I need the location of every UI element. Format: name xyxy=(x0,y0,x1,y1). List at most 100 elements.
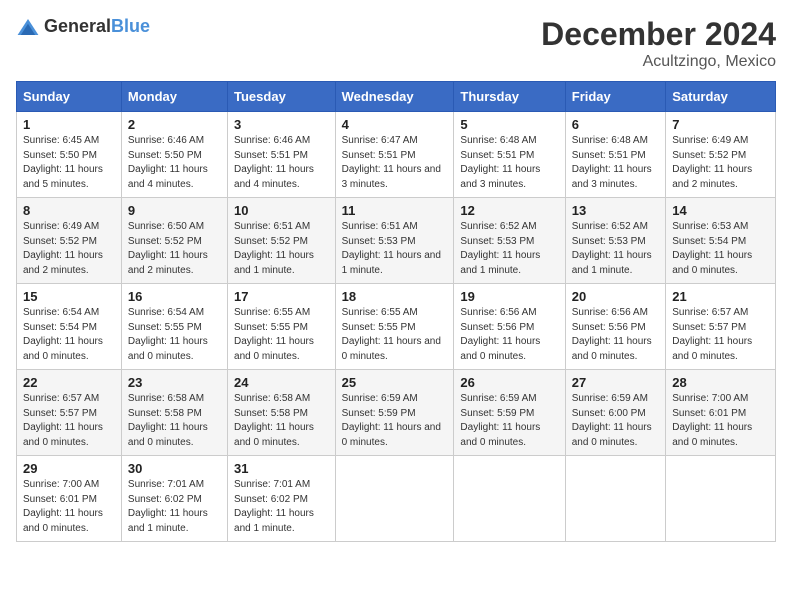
calendar-cell: 25Sunrise: 6:59 AMSunset: 5:59 PMDayligh… xyxy=(335,370,454,456)
day-number: 6 xyxy=(572,117,659,132)
day-number: 22 xyxy=(23,375,115,390)
calendar-cell xyxy=(335,456,454,542)
day-number: 25 xyxy=(342,375,448,390)
calendar-cell: 10Sunrise: 6:51 AMSunset: 5:52 PMDayligh… xyxy=(228,198,336,284)
logo-general: General xyxy=(44,16,111,36)
day-info: Sunrise: 7:01 AMSunset: 6:02 PMDaylight:… xyxy=(234,479,314,534)
day-number: 27 xyxy=(572,375,659,390)
day-info: Sunrise: 6:59 AMSunset: 6:00 PMDaylight:… xyxy=(572,393,652,448)
day-number: 2 xyxy=(128,117,221,132)
calendar-cell xyxy=(454,456,565,542)
calendar-week-row: 22 Sunrise: 6:57 AMSunset: 5:57 PMDayligh… xyxy=(17,370,776,456)
logo-icon xyxy=(16,17,40,37)
day-number: 9 xyxy=(128,203,221,218)
calendar-cell: 27 Sunrise: 6:59 AMSunset: 6:00 PMDayligh… xyxy=(565,370,665,456)
day-info: Sunrise: 6:46 AMSunset: 5:51 PMDaylight:… xyxy=(234,135,314,190)
day-number: 18 xyxy=(342,289,448,304)
calendar-cell: 16 Sunrise: 6:54 AMSunset: 5:55 PMDayligh… xyxy=(121,284,227,370)
day-info: Sunrise: 6:54 AMSunset: 5:54 PMDaylight:… xyxy=(23,307,103,362)
calendar-cell: 20 Sunrise: 6:56 AMSunset: 5:56 PMDayligh… xyxy=(565,284,665,370)
day-info: Sunrise: 6:56 AMSunset: 5:56 PMDaylight:… xyxy=(572,307,652,362)
day-number: 31 xyxy=(234,461,329,476)
calendar-cell: 11 Sunrise: 6:51 AMSunset: 5:53 PMDayligh… xyxy=(335,198,454,284)
day-info: Sunrise: 6:55 AMSunset: 5:55 PMDaylight:… xyxy=(234,307,314,362)
day-number: 11 xyxy=(342,203,448,218)
day-number: 21 xyxy=(672,289,769,304)
day-number: 7 xyxy=(672,117,769,132)
day-number: 26 xyxy=(460,375,558,390)
day-info: Sunrise: 6:57 AMSunset: 5:57 PMDaylight:… xyxy=(672,307,752,362)
day-number: 20 xyxy=(572,289,659,304)
calendar-week-row: 15 Sunrise: 6:54 AMSunset: 5:54 PMDayligh… xyxy=(17,284,776,370)
day-info: Sunrise: 6:52 AMSunset: 5:53 PMDaylight:… xyxy=(460,221,540,276)
header-monday: Monday xyxy=(121,82,227,112)
calendar-cell: 22 Sunrise: 6:57 AMSunset: 5:57 PMDayligh… xyxy=(17,370,122,456)
day-number: 19 xyxy=(460,289,558,304)
logo: GeneralBlue xyxy=(16,16,150,37)
day-info: Sunrise: 6:49 AMSunset: 5:52 PMDaylight:… xyxy=(672,135,752,190)
calendar-cell: 7 Sunrise: 6:49 AMSunset: 5:52 PMDaylight… xyxy=(666,112,776,198)
calendar-week-row: 29Sunrise: 7:00 AMSunset: 6:01 PMDayligh… xyxy=(17,456,776,542)
calendar-cell: 19 Sunrise: 6:56 AMSunset: 5:56 PMDayligh… xyxy=(454,284,565,370)
calendar-cell: 15 Sunrise: 6:54 AMSunset: 5:54 PMDayligh… xyxy=(17,284,122,370)
day-number: 16 xyxy=(128,289,221,304)
day-info: Sunrise: 7:01 AMSunset: 6:02 PMDaylight:… xyxy=(128,479,208,534)
day-number: 13 xyxy=(572,203,659,218)
day-info: Sunrise: 7:00 AMSunset: 6:01 PMDaylight:… xyxy=(672,393,752,448)
title-area: December 2024 Acultzingo, Mexico xyxy=(541,16,776,71)
weekday-header-row: Sunday Monday Tuesday Wednesday Thursday… xyxy=(17,82,776,112)
calendar-cell: 18 Sunrise: 6:55 AMSunset: 5:55 PMDayligh… xyxy=(335,284,454,370)
calendar-cell: 1 Sunrise: 6:45 AMSunset: 5:50 PMDaylight… xyxy=(17,112,122,198)
day-info: Sunrise: 6:51 AMSunset: 5:53 PMDaylight:… xyxy=(342,221,441,276)
calendar-table: Sunday Monday Tuesday Wednesday Thursday… xyxy=(16,81,776,542)
day-info: Sunrise: 6:56 AMSunset: 5:56 PMDaylight:… xyxy=(460,307,540,362)
calendar-cell: 12Sunrise: 6:52 AMSunset: 5:53 PMDayligh… xyxy=(454,198,565,284)
calendar-cell: 5 Sunrise: 6:48 AMSunset: 5:51 PMDaylight… xyxy=(454,112,565,198)
calendar-cell: 28 Sunrise: 7:00 AMSunset: 6:01 PMDayligh… xyxy=(666,370,776,456)
calendar-cell: 21 Sunrise: 6:57 AMSunset: 5:57 PMDayligh… xyxy=(666,284,776,370)
day-info: Sunrise: 6:53 AMSunset: 5:54 PMDaylight:… xyxy=(672,221,752,276)
header-tuesday: Tuesday xyxy=(228,82,336,112)
calendar-cell: 30 Sunrise: 7:01 AMSunset: 6:02 PMDayligh… xyxy=(121,456,227,542)
day-info: Sunrise: 6:59 AMSunset: 5:59 PMDaylight:… xyxy=(460,393,540,448)
day-number: 14 xyxy=(672,203,769,218)
day-number: 4 xyxy=(342,117,448,132)
calendar-cell: 17 Sunrise: 6:55 AMSunset: 5:55 PMDayligh… xyxy=(228,284,336,370)
day-number: 1 xyxy=(23,117,115,132)
calendar-cell: 31 Sunrise: 7:01 AMSunset: 6:02 PMDayligh… xyxy=(228,456,336,542)
calendar-cell: 6 Sunrise: 6:48 AMSunset: 5:51 PMDaylight… xyxy=(565,112,665,198)
day-number: 30 xyxy=(128,461,221,476)
day-info: Sunrise: 6:54 AMSunset: 5:55 PMDaylight:… xyxy=(128,307,208,362)
month-title: December 2024 xyxy=(541,16,776,53)
day-info: Sunrise: 6:46 AMSunset: 5:50 PMDaylight:… xyxy=(128,135,208,190)
calendar-cell: 26 Sunrise: 6:59 AMSunset: 5:59 PMDayligh… xyxy=(454,370,565,456)
logo-blue: Blue xyxy=(111,16,150,36)
calendar-cell: 4 Sunrise: 6:47 AMSunset: 5:51 PMDaylight… xyxy=(335,112,454,198)
header-friday: Friday xyxy=(565,82,665,112)
day-number: 3 xyxy=(234,117,329,132)
calendar-cell: 9Sunrise: 6:50 AMSunset: 5:52 PMDaylight… xyxy=(121,198,227,284)
day-number: 23 xyxy=(128,375,221,390)
day-info: Sunrise: 6:55 AMSunset: 5:55 PMDaylight:… xyxy=(342,307,441,362)
day-number: 28 xyxy=(672,375,769,390)
header-wednesday: Wednesday xyxy=(335,82,454,112)
day-info: Sunrise: 6:49 AMSunset: 5:52 PMDaylight:… xyxy=(23,221,103,276)
day-number: 8 xyxy=(23,203,115,218)
day-number: 5 xyxy=(460,117,558,132)
day-number: 15 xyxy=(23,289,115,304)
day-number: 17 xyxy=(234,289,329,304)
calendar-week-row: 8 Sunrise: 6:49 AMSunset: 5:52 PMDaylight… xyxy=(17,198,776,284)
day-number: 24 xyxy=(234,375,329,390)
calendar-cell: 14 Sunrise: 6:53 AMSunset: 5:54 PMDayligh… xyxy=(666,198,776,284)
day-info: Sunrise: 6:58 AMSunset: 5:58 PMDaylight:… xyxy=(234,393,314,448)
day-info: Sunrise: 6:48 AMSunset: 5:51 PMDaylight:… xyxy=(460,135,540,190)
calendar-cell: 2 Sunrise: 6:46 AMSunset: 5:50 PMDaylight… xyxy=(121,112,227,198)
calendar-cell: 23Sunrise: 6:58 AMSunset: 5:58 PMDayligh… xyxy=(121,370,227,456)
day-info: Sunrise: 6:47 AMSunset: 5:51 PMDaylight:… xyxy=(342,135,441,190)
day-info: Sunrise: 6:45 AMSunset: 5:50 PMDaylight:… xyxy=(23,135,103,190)
day-info: Sunrise: 6:48 AMSunset: 5:51 PMDaylight:… xyxy=(572,135,652,190)
day-info: Sunrise: 6:57 AMSunset: 5:57 PMDaylight:… xyxy=(23,393,103,448)
day-info: Sunrise: 6:51 AMSunset: 5:52 PMDaylight:… xyxy=(234,221,314,276)
location-title: Acultzingo, Mexico xyxy=(541,53,776,71)
calendar-cell: 29Sunrise: 7:00 AMSunset: 6:01 PMDayligh… xyxy=(17,456,122,542)
